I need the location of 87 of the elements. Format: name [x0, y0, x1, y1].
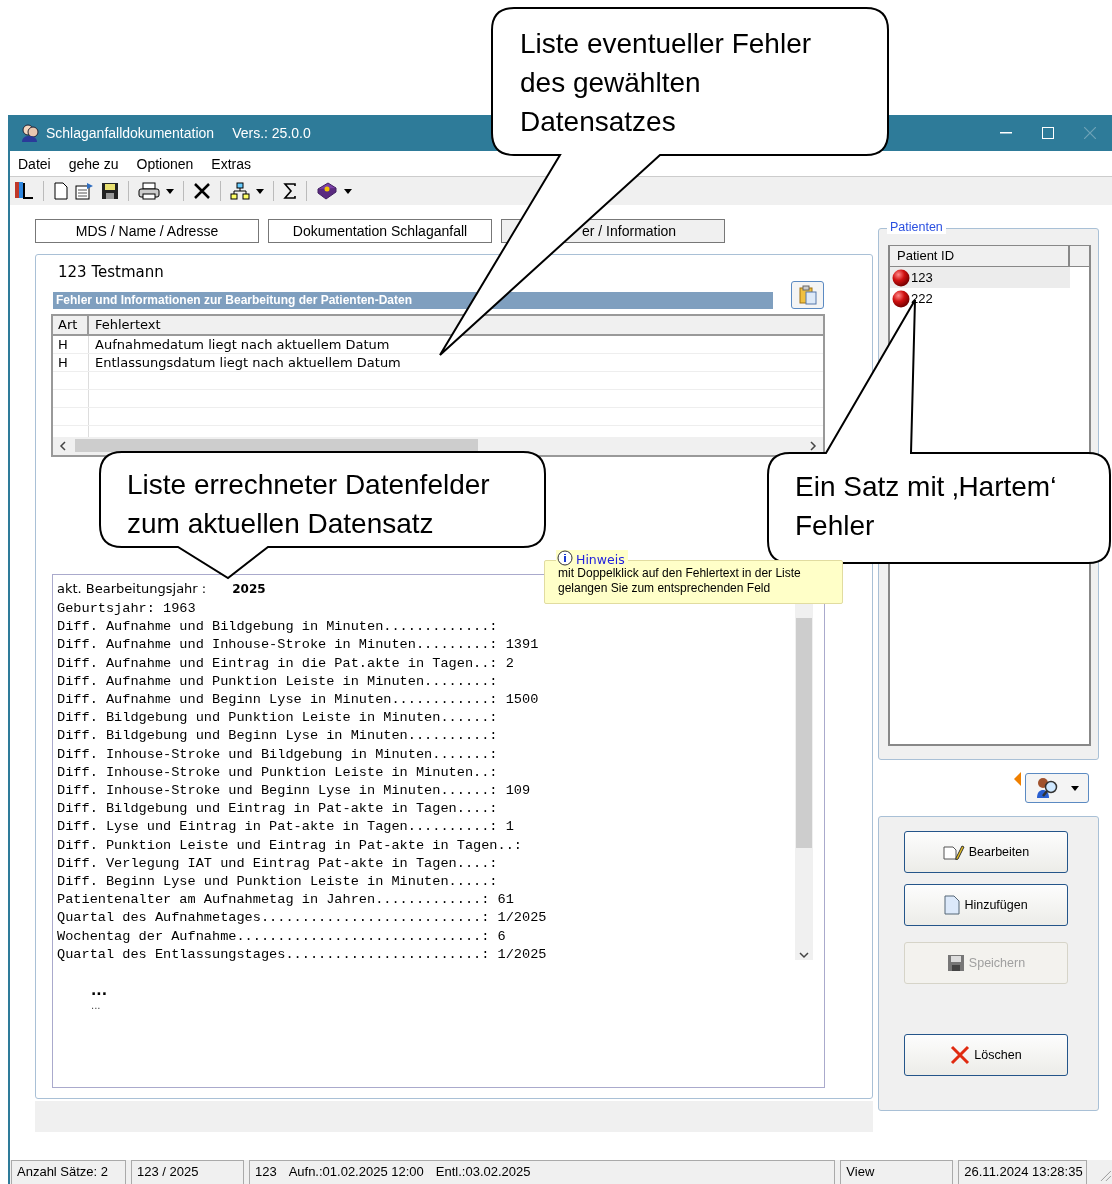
tab[interactable]: Dokumentation Schlaganfall [268, 219, 492, 243]
text-line: Diff. Lyse und Eintrag in Pat-akte in Tagen..........: 1 [57, 818, 514, 837]
caret-icon[interactable] [344, 188, 352, 194]
year-value: 2025 [232, 582, 266, 596]
status-text: View [846, 1163, 875, 1181]
scroll-left-icon[interactable] [59, 441, 66, 451]
table-cell-text: Aufnahmedatum liegt nach aktuellem Datum [94, 336, 390, 353]
collapse-arrow-icon[interactable] [1014, 772, 1021, 786]
menu-item[interactable]: Datei [18, 155, 51, 172]
patient-id: 123 [911, 270, 933, 285]
exit-door-icon[interactable] [12, 181, 34, 201]
status-text: Entl.:03.02.2025 [435, 1163, 531, 1181]
patient-name: 123 Testmann [58, 263, 165, 281]
table-cell-text: Entlassungsdatum liegt nach aktuellem Datum [94, 354, 401, 371]
text-line: Diff. Inhouse-Stroke und Bildgebung in Minuten.......: [57, 745, 498, 764]
patient-row[interactable]: 222 [890, 288, 1070, 309]
text-line: Diff. Bildgebung und Punktion Leiste in Minuten......: [57, 709, 498, 728]
people-icon [20, 124, 40, 142]
ellipsis-text: ... [91, 1000, 102, 1012]
table-cell: H [53, 354, 89, 371]
status-text: 123 / 2025 [136, 1163, 199, 1181]
ellipsis-text: ... [91, 982, 108, 999]
column-header[interactable]: Art [53, 316, 89, 334]
sigma-icon[interactable] [283, 183, 297, 199]
caret-icon[interactable] [256, 188, 264, 194]
text-line: Diff. Bildgebung und Eintrag in Pat-akte in Tagen....: [57, 800, 498, 819]
info-icon [556, 550, 574, 568]
maximize-icon[interactable] [1042, 127, 1054, 139]
table-cell: H [53, 336, 89, 353]
text-line: Diff. Aufnahme und Inhouse-Stroke in Minuten.........: 1391 [57, 636, 539, 655]
printer-icon[interactable] [138, 182, 160, 200]
new-document-icon[interactable] [53, 182, 69, 200]
close-icon[interactable] [193, 182, 211, 200]
status-ball-icon [892, 268, 910, 287]
properties-icon[interactable] [75, 182, 95, 200]
status-ball-icon [892, 289, 910, 308]
save-icon[interactable] [101, 182, 119, 200]
person-magnifier-icon [1035, 777, 1060, 799]
document-pencil-icon [942, 844, 965, 860]
edit-button[interactable]: Bearbeiten [904, 831, 1068, 873]
network-icon[interactable] [230, 182, 250, 200]
callout-text: Liste errechneter Datenfelder zum aktuellen Datensatz [127, 468, 490, 541]
callout-text: Ein Satz mit ‚Hartem‘ Fehler [795, 470, 1057, 543]
text-line: Diff. Inhouse-Stroke und Punktion Leiste in Minuten..: [57, 763, 498, 782]
scroll-right-icon[interactable] [810, 441, 817, 451]
search-person-button[interactable] [1025, 773, 1089, 803]
text-line: Diff. Beginn Lyse und Punktion Leiste in Minuten.....: [57, 873, 498, 892]
year-label: akt. Bearbeitungsjahr : [57, 581, 207, 596]
clipboard-icon [797, 285, 818, 305]
status-text: Anzahl Sätze: 2 [17, 1163, 109, 1181]
tab[interactable]: MDS / Name / Adresse [35, 219, 259, 243]
caret-icon [1070, 785, 1079, 791]
text-line: Diff. Bildgebung und Beginn Lyse in Minuten..........: [57, 727, 498, 746]
text-line: Diff. Inhouse-Stroke und Beginn Lyse in Minuten......: 109 [57, 782, 531, 801]
section-header: Fehler und Informationen zur Bearbeitung der Patienten-Daten [53, 292, 773, 309]
menu-item[interactable]: Extras [211, 155, 252, 172]
group-title: Patienten [887, 220, 946, 234]
text-line: Patientenalter am Aufnahmetag in Jahren.............: 61 [57, 891, 514, 910]
text-line: Diff. Verlegung IAT und Eintrag Pat-akte in Tagen....: [57, 854, 498, 873]
text-line: Diff. Aufnahme und Bildgebung in Minuten.............: [57, 618, 498, 637]
document-icon [944, 895, 961, 915]
text-line: Quartal des Aufnahmetages...........................: 1/2025 [57, 909, 547, 928]
text-line: Quartal des Entlassungstages........................: 1/2025 [57, 945, 547, 964]
close-icon [950, 1045, 971, 1065]
text-line: Diff. Punktion Leiste und Eintrag in Pat-akte in Tagen..: [57, 836, 522, 855]
text-line: Geburtsjahr: 1963 [57, 600, 196, 618]
menu-item[interactable]: Optionen [136, 155, 194, 172]
caret-icon[interactable] [166, 188, 174, 194]
clipboard-button[interactable] [791, 281, 824, 309]
status-text: 26.11.2024 13:28:35 [964, 1163, 1083, 1181]
patient-id: 222 [911, 291, 933, 306]
status-text: Aufn.:01.02.2025 12:00 [288, 1163, 424, 1181]
resize-grip-icon[interactable] [1098, 1168, 1112, 1182]
text-line: Diff. Aufnahme und Punktion Leiste in Minuten........: [57, 672, 498, 691]
add-button[interactable]: Hinzufügen [904, 884, 1068, 926]
menu-item[interactable]: gehe zu [68, 155, 119, 172]
window-title: Schlaganfalldokumentation [46, 125, 215, 141]
version-label: Vers.: 25.0.0 [232, 125, 311, 141]
patient-row[interactable]: 123 [890, 267, 1070, 288]
column-header[interactable]: Fehlertext [89, 316, 161, 334]
text-line: Wochentag der Aufnahme..............................: 6 [57, 927, 506, 946]
text-line: Diff. Aufnahme und Eintrag in die Pat.akte in Tagen..: 2 [57, 654, 514, 673]
delete-button[interactable]: Löschen [904, 1034, 1068, 1076]
scroll-down-icon[interactable] [799, 952, 809, 960]
callout-text: Liste eventueller Fehler des gewählten Datensatzes [520, 27, 812, 139]
status-text: 123 [254, 1163, 277, 1181]
text-line: Diff. Aufnahme und Beginn Lyse in Minuten............: 1500 [57, 691, 539, 709]
